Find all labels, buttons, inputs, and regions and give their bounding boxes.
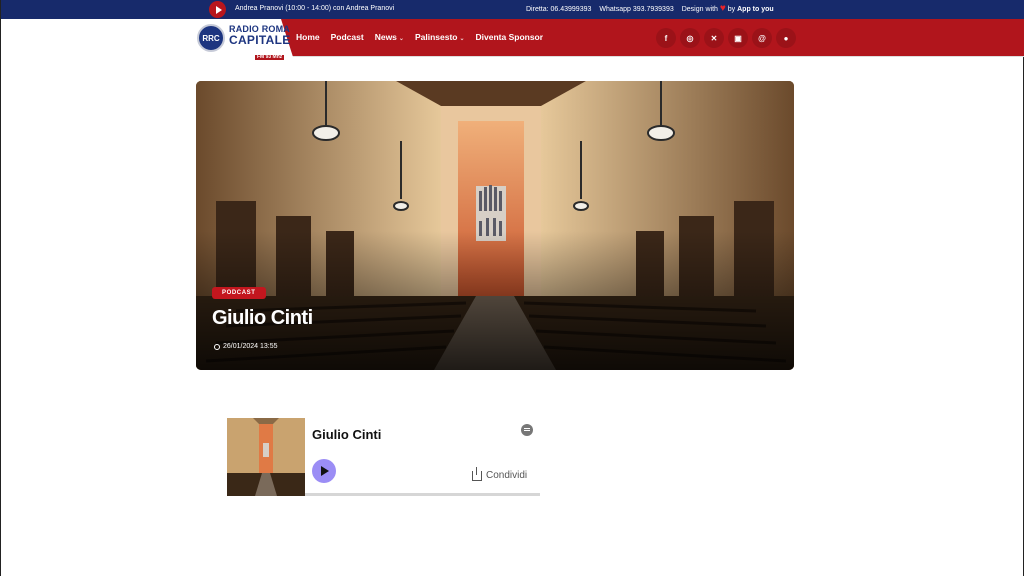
share-button[interactable]: Condividi [472, 466, 528, 481]
logo-line2: CAPITALE [229, 33, 291, 47]
episode-play-button[interactable] [312, 459, 336, 483]
progress-bar[interactable] [305, 493, 540, 496]
post-date-text: 26/01/2024 13:55 [223, 343, 278, 350]
heart-icon: ♥ [719, 3, 726, 14]
nav-menu: Home Podcast News ⌄ Palinsesto ⌄ Diventa S… [296, 32, 543, 42]
nav-item-podcast[interactable]: Podcast [331, 32, 364, 42]
hero-gradient [196, 231, 794, 370]
hero-card[interactable]: PODCAST Giulio Cinti 26/01/2024 13:55 [196, 81, 794, 370]
site-logo[interactable]: RADIO ROMA CAPITALE FM 93 Mhz [229, 25, 291, 62]
diretta-phone[interactable]: Diretta: 06.43999393 [526, 6, 591, 13]
account-icon[interactable]: ● [776, 28, 796, 48]
share-label: Condividi [486, 470, 528, 481]
play-icon [321, 466, 329, 476]
twitch-icon[interactable]: ▣ [728, 28, 748, 48]
nav-item-home[interactable]: Home [296, 32, 320, 42]
chevron-down-icon: ⌄ [459, 36, 465, 42]
threads-icon[interactable]: @ [752, 28, 772, 48]
page: Andrea Pranovi (10:00 - 14:00) con Andre… [0, 0, 1024, 576]
category-badge[interactable]: PODCAST [212, 287, 266, 299]
design-credit: Design with ♥ by App to you [681, 3, 774, 14]
main-nav: RRC RADIO ROMA CAPITALE FM 93 Mhz Home P… [1, 19, 1024, 60]
top-contacts: Diretta: 06.43999393 Whatsapp 393.793939… [526, 3, 774, 14]
post-date: 26/01/2024 13:55 [214, 343, 278, 350]
chevron-down-icon: ⌄ [398, 36, 404, 42]
live-play-button[interactable] [209, 1, 226, 18]
whatsapp-phone[interactable]: Whatsapp 393.7939393 [599, 6, 673, 13]
podcast-player: Giulio Cinti Condividi [227, 418, 540, 496]
share-icon [472, 466, 482, 481]
top-bar: Andrea Pranovi (10:00 - 14:00) con Andre… [1, 0, 1024, 19]
nav-item-news[interactable]: News ⌄ [375, 32, 404, 42]
now-playing-text: Andrea Pranovi (10:00 - 14:00) con Andre… [235, 5, 395, 12]
nav-item-palinsesto-label: Palinsesto [414, 32, 458, 42]
episode-title[interactable]: Giulio Cinti [312, 427, 381, 442]
nav-item-palinsesto[interactable]: Palinsesto ⌄ [415, 32, 465, 42]
x-icon[interactable]: ✕ [704, 28, 724, 48]
spotify-icon[interactable] [521, 424, 533, 436]
design-with-label: Design with [681, 6, 718, 13]
nav-item-diventa-sponsor[interactable]: Diventa Sponsor [476, 32, 544, 42]
instagram-icon[interactable]: ◎ [680, 28, 700, 48]
social-icons: f ◎ ✕ ▣ @ ● [656, 28, 796, 48]
episode-thumbnail [227, 418, 305, 496]
logo-emblem-icon[interactable]: RRC [197, 24, 225, 52]
hero-title[interactable]: Giulio Cinti [212, 307, 313, 330]
clock-icon [214, 343, 220, 350]
design-brand-link[interactable]: App to you [737, 6, 774, 13]
facebook-icon[interactable]: f [656, 28, 676, 48]
nav-item-news-label: News [374, 32, 397, 42]
play-icon [215, 5, 222, 14]
logo-line3: FM 93 Mhz [255, 54, 285, 60]
design-by-label: by [727, 6, 736, 13]
